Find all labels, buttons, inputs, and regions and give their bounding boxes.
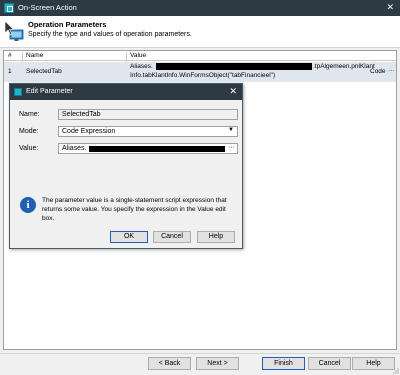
value-field-text: Aliases. (62, 145, 87, 152)
row-value-line2: Info.tabKlantInfo.WinFormsObject("tabFin… (130, 72, 276, 79)
redaction-bar (89, 146, 225, 152)
name-field: SelectedTab (58, 109, 238, 120)
dialog-close-icon[interactable]: ✕ (229, 86, 237, 97)
dialog-app-icon (14, 88, 22, 96)
row-value-suffix: .tpAlgemeen.pnlKlant (313, 63, 375, 70)
row-mode[interactable]: Code (370, 68, 386, 75)
cursor-monitor-icon (4, 20, 24, 41)
on-screen-action-window: On-Screen Action ✕ Operation Parameters … (0, 0, 400, 375)
dialog-title: Edit Parameter (26, 88, 73, 95)
help-button[interactable]: Help (352, 357, 395, 370)
value-label: Value: (19, 145, 39, 152)
name-label: Name: (19, 111, 40, 118)
finish-button[interactable]: Finish (262, 357, 305, 370)
row-more-button[interactable]: ··· (388, 67, 395, 74)
mode-select-value: Code Expression (62, 128, 116, 135)
header-subtitle: Specify the type and values of operation… (28, 31, 192, 38)
table-row[interactable]: 1 SelectedTab Aliases. .tpAlgemeen.pnlKl… (4, 62, 396, 82)
window-title: On-Screen Action (18, 3, 77, 12)
cancel-button[interactable]: Cancel (308, 357, 351, 370)
app-icon (4, 3, 14, 13)
column-divider (22, 52, 23, 62)
footer-divider (0, 353, 400, 354)
value-more-button[interactable]: ··· (228, 144, 235, 151)
dialog-title-bar: Edit Parameter ✕ (10, 84, 242, 100)
row-name: SelectedTab (26, 68, 62, 75)
dialog-help-button[interactable]: Help (197, 231, 235, 243)
mode-label: Mode: (19, 128, 39, 135)
dialog-cancel-button[interactable]: Cancel (153, 231, 191, 243)
name-field-value: SelectedTab (62, 111, 101, 118)
info-panel: i The parameter value is a single-statem… (10, 193, 242, 222)
info-text: The parameter value is a single-statemen… (42, 197, 227, 222)
next-button[interactable]: Next > (196, 357, 239, 370)
edit-parameter-dialog: Edit Parameter ✕ Name: SelectedTab Mode:… (9, 83, 243, 249)
column-name[interactable]: Name (26, 52, 43, 59)
column-divider (126, 52, 127, 62)
resize-grip-icon[interactable] (393, 368, 399, 374)
row-index: 1 (8, 68, 12, 75)
chevron-down-icon[interactable]: ▼ (228, 127, 234, 133)
info-icon: i (20, 197, 36, 213)
mode-select[interactable]: Code Expression ▼ (58, 126, 238, 137)
value-field[interactable]: Aliases. ··· (58, 143, 238, 154)
wizard-header: Operation Parameters Specify the type an… (0, 16, 400, 48)
row-value-prefix: Aliases. (130, 63, 153, 70)
header-title: Operation Parameters (28, 20, 107, 29)
title-bar: On-Screen Action ✕ (0, 0, 400, 16)
redaction-bar (156, 63, 312, 70)
close-icon[interactable]: ✕ (386, 2, 394, 13)
grid-header: # Name Value (4, 51, 396, 62)
column-value[interactable]: Value (130, 52, 146, 59)
back-button[interactable]: < Back (148, 357, 191, 370)
column-index[interactable]: # (8, 52, 12, 59)
ok-button[interactable]: OK (110, 231, 148, 243)
